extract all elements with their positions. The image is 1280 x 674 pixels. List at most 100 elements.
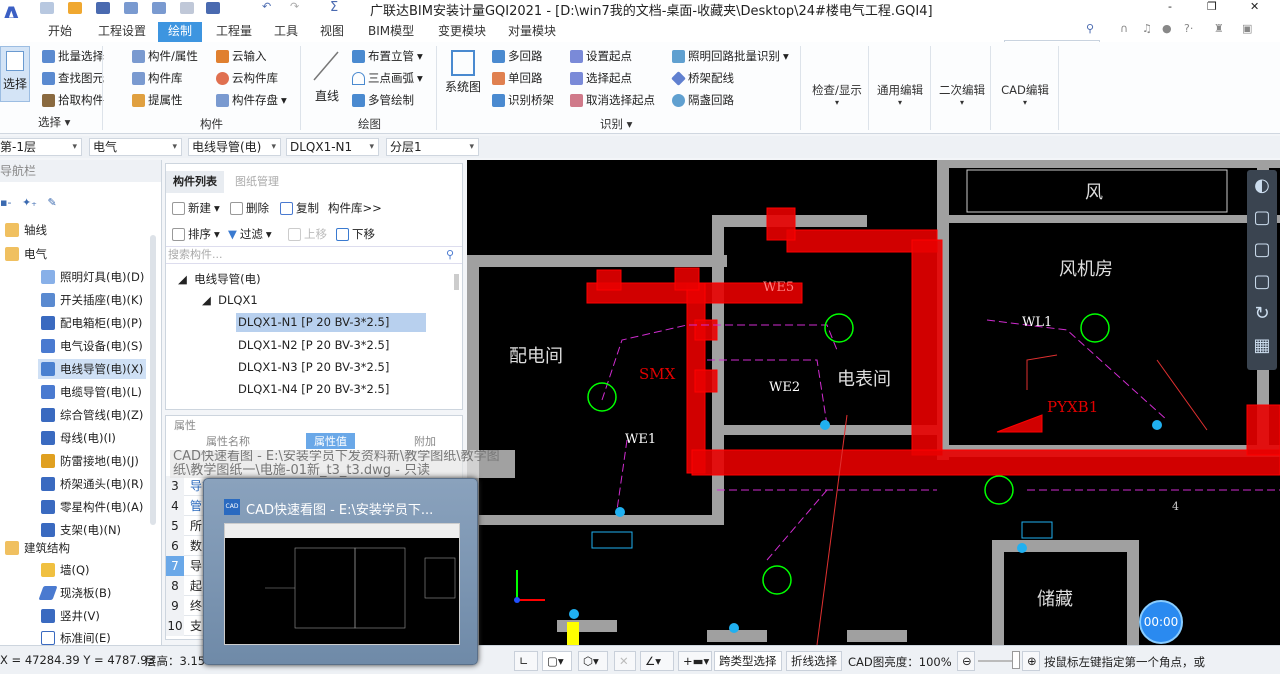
component-library-link[interactable]: 构件库>>: [328, 200, 382, 216]
line-button[interactable]: 直线: [310, 48, 344, 104]
nav-item[interactable]: 电气设备(电)(S): [38, 336, 146, 356]
collapse-icon[interactable]: ▪-: [0, 196, 11, 209]
move-up-button[interactable]: 上移: [288, 226, 327, 242]
tab-reconcile-module[interactable]: 对量模块: [502, 22, 562, 42]
move-down-button[interactable]: 下移: [336, 226, 375, 242]
nav-scrollbar[interactable]: [150, 235, 156, 525]
nav-category-axis[interactable]: 轴线: [2, 220, 50, 240]
cad-edit-dropdown[interactable]: CAD编辑 ▾: [996, 82, 1054, 107]
list-scrollbar[interactable]: [454, 274, 459, 290]
sum-icon[interactable]: Σ: [330, 0, 338, 15]
close-button[interactable]: ✕: [1250, 0, 1259, 13]
multi-pipe-draw-button[interactable]: 多管绘制: [352, 92, 414, 108]
recording-timer[interactable]: 00:00: [1139, 600, 1183, 644]
cross-type-select-button[interactable]: 跨类型选择: [714, 651, 782, 671]
brightness-slider-handle[interactable]: [1012, 651, 1020, 669]
brightness-increase-button[interactable]: ⊕: [1022, 651, 1040, 671]
help-icon[interactable]: ?·: [1184, 22, 1193, 35]
polyline-select-button[interactable]: 折线选择: [786, 651, 842, 671]
tree-item-selected[interactable]: DLQX1-N1 [P 20 BV-3*2.5]: [236, 313, 426, 332]
floor-select[interactable]: 第-1层: [0, 138, 82, 156]
nav-category-structure[interactable]: 建筑结构: [2, 538, 73, 558]
tree-item[interactable]: DLQX1-N3 [P 20 BV-3*2.5]: [238, 360, 389, 374]
identify-tray-button[interactable]: 识别桥架: [492, 92, 554, 108]
headset-icon[interactable]: ∩: [1120, 22, 1128, 35]
toolbar-icon[interactable]: [152, 2, 166, 14]
component-library-button[interactable]: 构件库: [132, 70, 183, 86]
user-icon[interactable]: ●: [1162, 22, 1172, 35]
redo-icon[interactable]: ↷: [290, 0, 299, 13]
lighting-batch-identify-button[interactable]: 照明回路批量识别 ▾: [672, 48, 789, 64]
open-icon[interactable]: [68, 2, 82, 14]
cloud-library-button[interactable]: 云构件库: [216, 70, 278, 86]
tab-project-settings[interactable]: 工程设置: [92, 22, 152, 42]
tree-item[interactable]: DLQX1-N2 [P 20 BV-3*2.5]: [238, 338, 389, 352]
tray-wiring-button[interactable]: 桥架配线: [671, 70, 734, 86]
search-icon[interactable]: ⚲: [1086, 22, 1094, 35]
nav-item-slab[interactable]: 现浇板(B): [38, 583, 114, 603]
taskbar-thumbnail[interactable]: CAD CAD快速看图 - E:\安装学员下...: [203, 478, 478, 665]
nav-item[interactable]: 综合管线(电)(Z): [38, 405, 146, 425]
tab-start[interactable]: 开始: [42, 22, 78, 42]
isolate-circuit-button[interactable]: 隔盏回路: [672, 92, 734, 108]
component-property-button[interactable]: 构件/属性: [132, 48, 198, 64]
delete-button[interactable]: 删除: [230, 200, 269, 216]
toolbar-icon[interactable]: [124, 2, 138, 14]
brightness-decrease-button[interactable]: ⊖: [957, 651, 975, 671]
toolbar-icon[interactable]: [180, 2, 194, 14]
minimize-button[interactable]: -: [1168, 0, 1172, 13]
component-search-input[interactable]: 搜索构件...: [166, 246, 462, 264]
nav-item[interactable]: 防雷接地(电)(J): [38, 451, 142, 471]
check-display-dropdown[interactable]: 检查/显示 ▾: [810, 82, 864, 107]
extract-property-button[interactable]: 提属性: [132, 92, 183, 108]
angle-dropdown[interactable]: ∠▾: [640, 651, 674, 671]
restore-button[interactable]: ❐: [1207, 0, 1217, 13]
group-select[interactable]: 选择 ▾: [38, 114, 70, 130]
single-circuit-button[interactable]: 单回路: [492, 70, 543, 86]
ortho-toggle[interactable]: ∟: [514, 651, 538, 671]
tab-component-list[interactable]: 构件列表: [166, 171, 224, 193]
cad-canvas[interactable]: 风 风机房 配电间 电表间 储藏 WL1 PYXB1 SMX WE5 WE2 W…: [467, 160, 1280, 645]
tab-quantity[interactable]: 工程量: [210, 22, 258, 42]
nav-item[interactable]: 零星构件(电)(A): [38, 497, 146, 517]
new-button[interactable]: 新建 ▾: [172, 200, 220, 216]
new-icon[interactable]: [40, 2, 54, 14]
nav-category-electrical[interactable]: 电气: [2, 244, 50, 264]
tab-view[interactable]: 视图: [314, 22, 350, 42]
nav-item[interactable]: 桥架通头(电)(R): [38, 474, 146, 494]
batch-select-button[interactable]: 批量选择: [42, 48, 104, 64]
nav-item[interactable]: 电线导管(电)(X): [38, 359, 147, 379]
find-element-button[interactable]: 查找图元: [42, 70, 104, 86]
nav-item-shaft[interactable]: 竖井(V): [38, 606, 103, 626]
skin-icon[interactable]: ♜: [1214, 22, 1224, 35]
tab-bim-model[interactable]: BIM模型: [362, 22, 420, 42]
snap-cross-toggle[interactable]: ✕: [614, 651, 636, 671]
filter-button[interactable]: ▼ 过滤 ▾: [228, 226, 272, 242]
cloud-input-button[interactable]: 云输入: [216, 48, 267, 64]
nav-item[interactable]: 照明灯具(电)(D): [38, 267, 147, 287]
layer-select[interactable]: 分层1: [386, 138, 479, 156]
nav-item[interactable]: 配电箱柜(电)(P): [38, 313, 145, 333]
nav-item[interactable]: 电缆导管(电)(L): [38, 382, 145, 402]
multi-circuit-button[interactable]: 多回路: [492, 48, 543, 64]
component-select[interactable]: DLQX1-N1: [286, 138, 379, 156]
tree-item[interactable]: DLQX1-N4 [P 20 BV-3*2.5]: [238, 382, 389, 396]
tree-group[interactable]: ◢ DLQX1: [202, 293, 258, 307]
offset-dropdown[interactable]: +▬▾: [678, 651, 712, 671]
general-edit-dropdown[interactable]: 通用编辑 ▾: [874, 82, 926, 107]
place-riser-button[interactable]: 布置立管 ▾: [352, 48, 423, 64]
select-start-button[interactable]: 选择起点: [570, 70, 632, 86]
discipline-select[interactable]: 电气: [89, 138, 182, 156]
toolbar-icon[interactable]: [206, 2, 220, 14]
collapse-ribbon-icon[interactable]: ▣: [1242, 22, 1252, 35]
pick-component-button[interactable]: 拾取构件: [42, 92, 104, 108]
copy-button[interactable]: 复制: [280, 200, 319, 216]
group-identify[interactable]: 识别 ▾: [600, 116, 632, 132]
system-diagram-button[interactable]: 系统图: [444, 48, 482, 104]
expand-icon[interactable]: ✦₊: [22, 196, 37, 209]
tab-change-module[interactable]: 变更模块: [432, 22, 492, 42]
tab-draw[interactable]: 绘制: [158, 22, 202, 42]
save-icon[interactable]: [96, 2, 110, 14]
undo-icon[interactable]: ↶: [262, 0, 271, 13]
search-icon[interactable]: ⚲: [446, 248, 454, 261]
